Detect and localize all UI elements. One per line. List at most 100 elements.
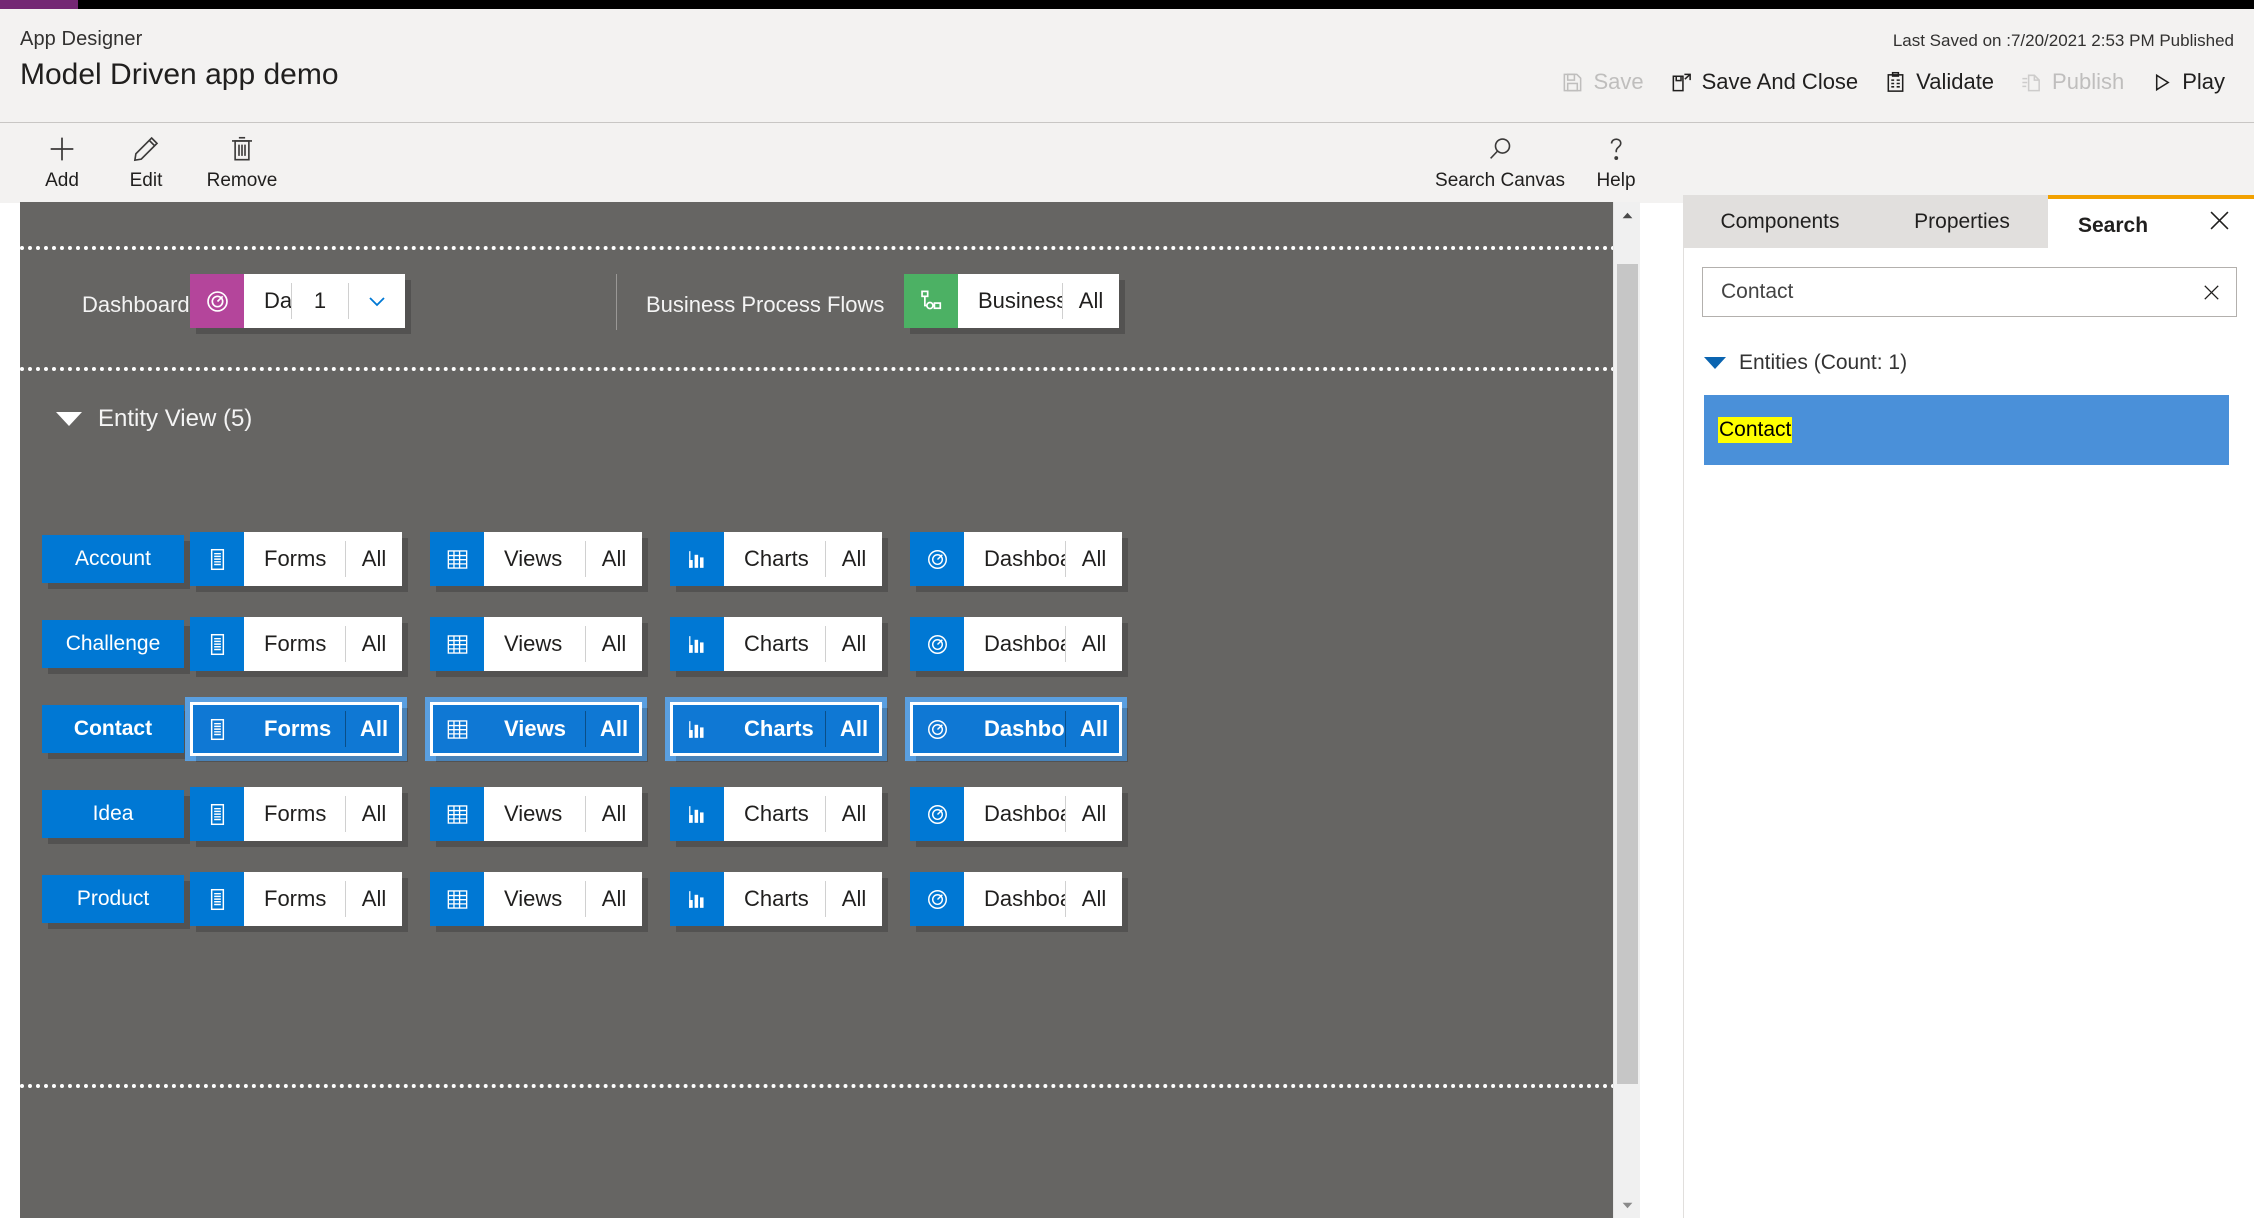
dashboards-tile[interactable]: Dashboards 1 — [190, 274, 405, 328]
trash-icon — [227, 131, 257, 167]
pencil-icon — [131, 131, 161, 167]
entity-pill-product[interactable]: Product — [42, 875, 184, 923]
tile-count: All — [1081, 801, 1107, 826]
save-icon — [1561, 71, 1584, 94]
entity-pill-contact[interactable]: Contact — [42, 705, 184, 753]
question-icon — [1601, 131, 1631, 167]
canvas-scrollbar[interactable] — [1613, 202, 1640, 1218]
charts-icon — [670, 617, 724, 671]
play-button[interactable]: Play — [2137, 63, 2238, 101]
scrollbar-thumb[interactable] — [1617, 264, 1638, 1084]
bpf-tile-count: All — [1078, 288, 1104, 313]
add-button[interactable]: Add — [16, 131, 108, 192]
tile-count: All — [841, 801, 867, 826]
dashboards-group-label: Dashboards — [82, 292, 201, 317]
tile-idea-forms[interactable]: Forms All — [190, 787, 402, 841]
save-and-close-button-label: Save And Close — [1701, 69, 1859, 94]
views-icon — [430, 532, 484, 586]
tile-name: Charts — [744, 886, 809, 911]
help-button[interactable]: Help — [1570, 131, 1662, 192]
tile-challenge-views[interactable]: Views All — [430, 617, 642, 671]
tile-name: Dashboards — [984, 886, 1065, 911]
tile-count: All — [601, 631, 627, 656]
views-icon — [430, 787, 484, 841]
publish-button-label: Publish — [2052, 69, 2125, 94]
tile-idea-views[interactable]: Views All — [430, 787, 642, 841]
tile-count: All — [841, 886, 867, 911]
dashboard-icon — [910, 787, 964, 841]
publish-button[interactable]: Publish — [2007, 63, 2137, 101]
canvas-divider-mid — [20, 367, 1633, 371]
tile-name: Forms — [264, 546, 327, 571]
save-and-close-button[interactable]: Save And Close — [1657, 63, 1872, 101]
tab-properties-label: Properties — [1914, 209, 2010, 233]
tile-contact-views[interactable]: Views All — [430, 702, 642, 756]
tile-idea-dashboards[interactable]: Dashboards All — [910, 787, 1122, 841]
tile-product-views[interactable]: Views All — [430, 872, 642, 926]
tile-name: Views — [504, 631, 563, 656]
entity-pill-label: Idea — [92, 802, 134, 825]
clear-search-icon[interactable] — [2186, 281, 2236, 304]
dashboards-tile-count: 1 — [313, 288, 327, 313]
bpf-tile-name: Business Proces... — [978, 288, 1062, 313]
tile-contact-charts[interactable]: Charts All — [670, 702, 882, 756]
search-canvas-button[interactable]: Search Canvas — [1435, 131, 1565, 192]
remove-button-label: Remove — [206, 170, 278, 191]
entity-pill-account[interactable]: Account — [42, 535, 184, 583]
scroll-down-arrow-icon[interactable] — [1614, 1192, 1640, 1218]
process-flow-icon — [904, 274, 958, 328]
publish-icon — [2020, 71, 2043, 94]
tile-challenge-charts[interactable]: Charts All — [670, 617, 882, 671]
tile-challenge-dashboards[interactable]: Dashboards All — [910, 617, 1122, 671]
entity-pill-label: Account — [75, 547, 151, 570]
tile-product-dashboards[interactable]: Dashboards All — [910, 872, 1122, 926]
tab-components-label: Components — [1720, 209, 1840, 233]
tile-account-views[interactable]: Views All — [430, 532, 642, 586]
tile-idea-charts[interactable]: Charts All — [670, 787, 882, 841]
tile-account-charts[interactable]: Charts All — [670, 532, 882, 586]
search-result-item-contact[interactable]: Contact — [1704, 395, 2229, 465]
tile-account-dashboards[interactable]: Dashboards All — [910, 532, 1122, 586]
entity-pill-challenge[interactable]: Challenge — [42, 620, 184, 668]
remove-button[interactable]: Remove — [196, 131, 288, 192]
search-results-header-label: Entities (Count: 1) — [1739, 351, 1908, 374]
business-process-flows-tile[interactable]: Business Proces... All — [904, 274, 1119, 328]
tile-name: Dashboards — [984, 631, 1065, 656]
forms-icon — [190, 617, 244, 671]
tile-name: Charts — [744, 801, 809, 826]
entity-view-section-header[interactable]: Entity View (5) — [56, 405, 252, 433]
charts-icon — [670, 787, 724, 841]
save-button-label: Save — [1593, 69, 1644, 94]
help-button-label: Help — [1596, 170, 1636, 191]
search-input[interactable]: Contact — [1703, 280, 2186, 304]
forms-icon — [190, 532, 244, 586]
edit-button-label: Edit — [129, 170, 163, 191]
search-input-wrapper[interactable]: Contact — [1702, 267, 2237, 317]
search-results-header[interactable]: Entities (Count: 1) — [1704, 351, 1907, 375]
dashboard-icon — [910, 532, 964, 586]
caret-down-icon — [1704, 357, 1726, 369]
tile-product-charts[interactable]: Charts All — [670, 872, 882, 926]
tile-count: All — [1079, 716, 1109, 741]
tile-name: Views — [504, 716, 566, 741]
save-button[interactable]: Save — [1548, 63, 1656, 101]
views-icon — [430, 702, 484, 756]
dashboards-tile-name: Dashboards — [264, 288, 291, 313]
chevron-down-icon[interactable] — [349, 274, 405, 328]
tile-contact-forms[interactable]: Forms All — [190, 702, 402, 756]
tile-contact-dashboards[interactable]: Dashboards All — [910, 702, 1122, 756]
tab-properties[interactable]: Properties — [1876, 195, 2048, 248]
tile-challenge-forms[interactable]: Forms All — [190, 617, 402, 671]
plus-icon — [46, 131, 78, 167]
tile-account-forms[interactable]: Forms All — [190, 532, 402, 586]
tile-count: All — [361, 631, 387, 656]
edit-button[interactable]: Edit — [100, 131, 192, 192]
validate-button[interactable]: Validate — [1871, 63, 2007, 101]
app-header: App Designer Model Driven app demo Last … — [0, 9, 2254, 122]
entity-pill-idea[interactable]: Idea — [42, 790, 184, 838]
close-icon[interactable] — [2206, 207, 2233, 239]
tile-product-forms[interactable]: Forms All — [190, 872, 402, 926]
charts-icon — [670, 872, 724, 926]
tab-components[interactable]: Components — [1684, 195, 1876, 248]
scroll-up-arrow-icon[interactable] — [1614, 202, 1640, 228]
